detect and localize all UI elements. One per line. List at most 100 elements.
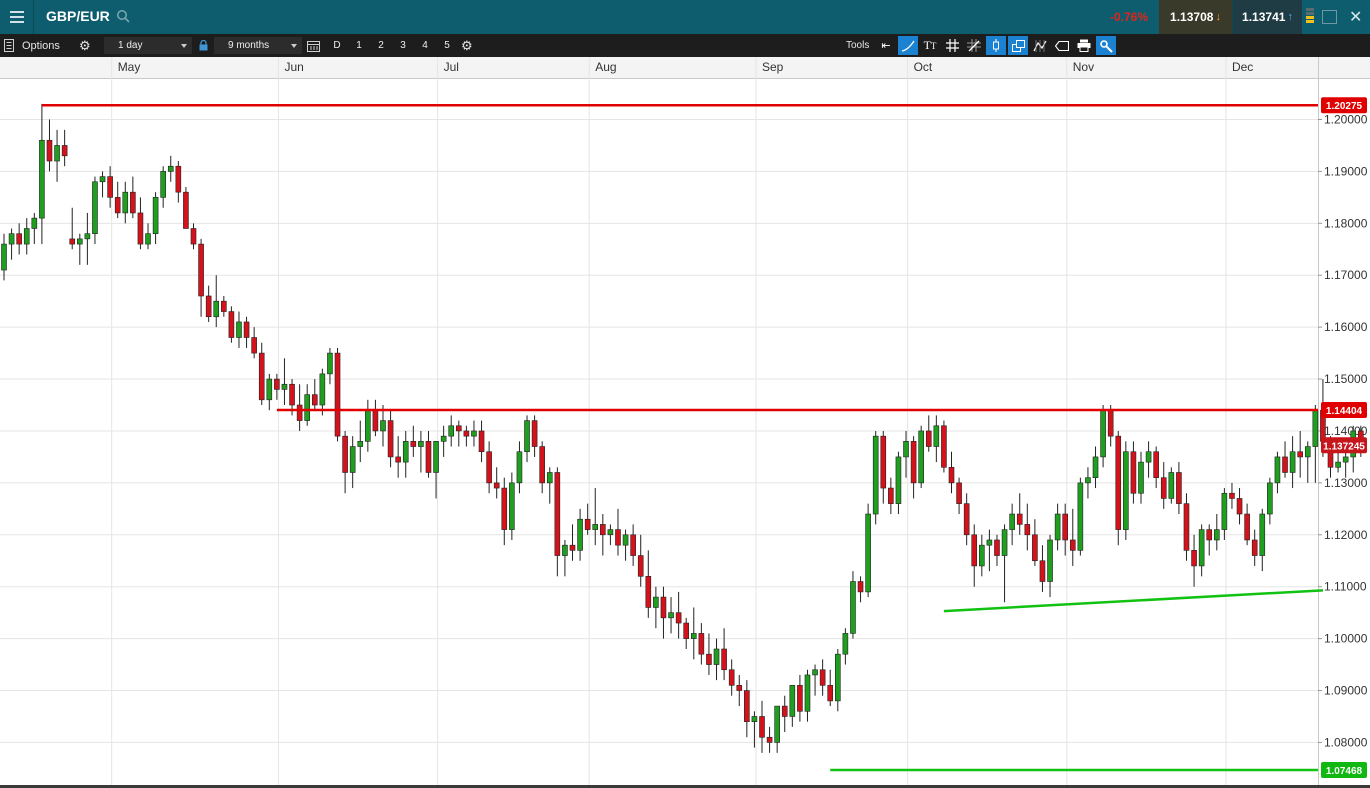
candle-body [600,524,606,536]
signal-strength-icon [1306,8,1314,26]
lock-icon[interactable] [199,34,208,57]
candle-body [433,441,439,473]
candle-body [395,456,401,463]
calendar-icon[interactable] [307,34,320,57]
candle-body [842,633,849,655]
candle-body [160,171,166,198]
preset-d-button[interactable]: D [328,37,346,54]
preset-1-button[interactable]: 1 [350,37,368,54]
candle-body [690,633,697,639]
candle-body [205,295,212,318]
range-select[interactable]: 9 months [214,37,302,54]
candle-body [311,394,318,406]
price-chart[interactable]: May Jun Jul Aug Sep Oct Nov Dec 1.20000 1.19000 1.… [0,57,1370,785]
instrument-title[interactable]: GBP/EUR [46,8,110,24]
candle-body [99,176,106,183]
candle-body [1100,409,1106,458]
candle-type-icon[interactable] [986,36,1006,55]
search-icon[interactable] [116,9,130,23]
buy-price-button[interactable]: 1.13741 ↑ [1232,0,1302,34]
preset-4-button[interactable]: 4 [416,37,434,54]
price-tick-label: 1.09000 [1324,684,1368,698]
grid-tool-icon[interactable] [942,36,962,55]
settings-tools-icon[interactable] [1096,36,1116,55]
candle-body [493,482,500,489]
candle-body [243,321,250,338]
candle-body [971,534,978,567]
eraser-icon[interactable] [1052,36,1072,55]
candle-body [39,139,45,219]
candle-body [675,612,682,624]
candle-body [54,145,60,162]
price-tick-label: 1.12000 [1324,528,1368,542]
candle-body [1221,492,1228,530]
preset-settings-gear-icon[interactable]: ⚙ [461,34,473,57]
candle-body [1160,477,1167,499]
candle-body [1206,529,1213,541]
candle-body [1251,539,1258,556]
price-tick-label: 1.11000 [1324,580,1367,594]
month-tick-label: Jun [284,60,303,74]
preset-3-button[interactable]: 3 [394,37,412,54]
candle-body [713,648,720,665]
candle-body [349,446,356,473]
candle-body [524,420,530,453]
popout-window-icon[interactable] [1322,10,1337,24]
candle-body [1123,451,1129,530]
candle-body [1,243,7,271]
candle-body [410,441,417,447]
undo-arrow-icon[interactable]: ⇤ [876,36,896,55]
candle-body [92,181,98,234]
candle-body [1077,482,1084,551]
candle-body [1009,513,1015,530]
candle-body [554,472,561,556]
candle-body [804,674,811,712]
price-label-text: 1.20275 [1326,101,1363,112]
print-icon[interactable] [1074,36,1094,55]
candle-body [304,394,311,421]
gear-icon[interactable]: ⚙ [79,34,91,57]
candle-body [759,716,765,738]
daily-change-percent: -0.76% [1109,10,1148,24]
interval-select[interactable]: 1 day [104,37,192,54]
candle-body [637,555,644,577]
support-trendline[interactable] [943,589,1323,613]
hamburger-menu-icon[interactable] [0,0,34,34]
fibonacci-tool-icon[interactable] [964,36,984,55]
price-tick-label: 1.10000 [1324,632,1368,646]
candle-body [918,430,924,484]
candle-body [986,539,993,546]
candle-body [766,736,773,743]
candle-body [509,482,515,530]
indicators-icon[interactable] [1030,36,1050,55]
candle-body [1138,461,1144,494]
candle-body [1183,503,1190,551]
candle-body [948,466,955,484]
candle-body [1214,529,1220,541]
candle-body [145,233,151,245]
candle-body [622,534,629,546]
candle-body [69,238,76,245]
candle-body [1229,492,1235,499]
candle-body [1282,456,1288,473]
candle-body [1047,539,1053,582]
preset-5-button[interactable]: 5 [438,37,456,54]
candle-body [925,430,932,447]
candle-body [781,705,788,717]
candle-body [872,435,879,515]
options-menu[interactable]: Options [4,34,60,57]
candle-body [183,191,189,229]
candle-body [190,228,197,245]
text-tool-icon[interactable]: TT [920,36,940,55]
candle-body [1054,513,1061,541]
compare-icon[interactable] [1008,36,1028,55]
candle-body [903,441,909,458]
preset-2-button[interactable]: 2 [372,37,390,54]
sell-price-button[interactable]: 1.13708 ↓ [1159,0,1232,34]
options-label: Options [22,39,60,52]
trendline-tool-icon[interactable] [898,36,918,55]
candle-body [819,669,826,686]
price-tick-label: 1.17000 [1324,268,1368,282]
close-icon[interactable]: ✕ [1349,7,1362,27]
candle-body [645,576,652,608]
